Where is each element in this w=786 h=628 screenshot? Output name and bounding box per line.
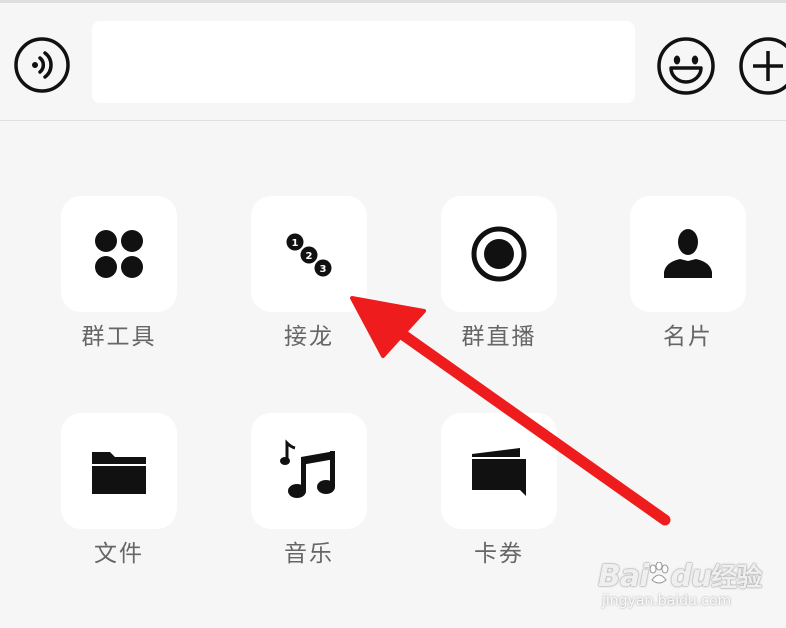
smiley-icon (657, 37, 715, 95)
tool-label: 音乐 (284, 541, 334, 567)
tool-contact-card[interactable]: 名片 (630, 196, 746, 352)
tool-label: 接龙 (284, 324, 334, 350)
tool-label: 卡券 (474, 541, 524, 567)
message-input[interactable] (92, 21, 635, 103)
chain-badge-1: 1 (292, 238, 299, 249)
tools-panel: 群工具 1 2 3 接龙 群直播 名片 文件 音乐 卡券 (0, 121, 786, 628)
tool-chain[interactable]: 1 2 3 接龙 (251, 196, 367, 352)
tool-tile (441, 413, 557, 529)
tool-tile (61, 413, 177, 529)
four-dots-icon (95, 230, 143, 278)
tool-tile: 1 2 3 (251, 196, 367, 312)
chat-input-bar (0, 3, 786, 121)
card-coupon-icon (472, 448, 526, 496)
numbered-chain-icon: 1 2 3 (286, 233, 332, 277)
tool-label: 文件 (94, 541, 144, 567)
tool-tile (251, 413, 367, 529)
folder-icon (92, 452, 146, 494)
person-icon (664, 229, 712, 278)
tool-tile (441, 196, 557, 312)
more-button[interactable] (738, 36, 786, 96)
plus-icon (739, 37, 786, 95)
voice-input-icon (14, 37, 70, 93)
tool-label: 名片 (663, 324, 713, 350)
tool-label: 群直播 (461, 324, 537, 350)
emoji-button[interactable] (656, 36, 716, 96)
chain-badge-2: 2 (306, 251, 313, 262)
record-circle-icon (471, 226, 527, 282)
tool-tile (61, 196, 177, 312)
music-note-icon (280, 439, 335, 498)
tool-group-live[interactable]: 群直播 (441, 196, 557, 352)
tool-group-tools[interactable]: 群工具 (61, 196, 177, 352)
tool-label: 群工具 (81, 324, 157, 350)
chain-badge-3: 3 (320, 264, 327, 275)
tool-music[interactable]: 音乐 (251, 413, 367, 569)
tool-file[interactable]: 文件 (61, 413, 177, 569)
voice-button[interactable] (13, 36, 71, 94)
tool-card-coupon[interactable]: 卡券 (441, 413, 557, 569)
tool-tile (630, 196, 746, 312)
